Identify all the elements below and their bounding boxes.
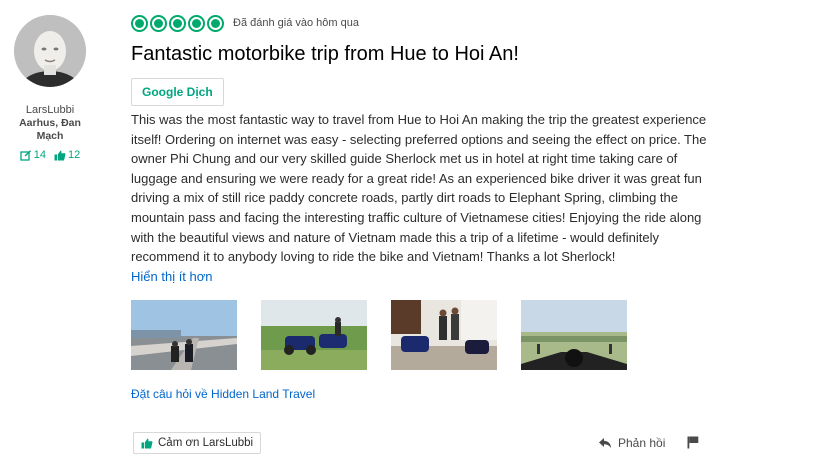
helpful-votes-count: 12: [68, 149, 81, 161]
rating-bubble: [207, 14, 224, 32]
rating-row: Đã đánh giá vào hôm qua: [131, 12, 721, 34]
review-photo-bridge-riders[interactable]: [131, 299, 237, 370]
reviewer-location: Aarhus, Đan Mạch: [19, 117, 81, 142]
helpful-votes-stat: 12: [54, 149, 80, 161]
reviewer-sidebar: LarsLubbi Aarhus, Đan Mạch 14 12: [0, 12, 100, 161]
review-text: This was the most fantastic way to trave…: [131, 112, 707, 265]
rating-date: Đã đánh giá vào hôm qua: [233, 17, 359, 29]
review-photos: [131, 299, 721, 370]
reply-arrow-icon: [599, 438, 611, 448]
reply-button[interactable]: Phản hồi: [598, 436, 665, 450]
ask-question-link[interactable]: Đặt câu hỏi về Hidden Land Travel: [131, 387, 721, 401]
thumbs-up-icon: [141, 438, 153, 448]
review-photo-rice-field-bikes[interactable]: [261, 299, 367, 370]
bubble-rating: [131, 14, 224, 32]
report-flag-button[interactable]: [687, 436, 699, 454]
thumbs-up-icon: [54, 150, 66, 160]
flag-icon: [687, 436, 699, 449]
avatar-image: [14, 15, 86, 87]
rating-bubble: [188, 14, 205, 32]
thank-reviewer-button[interactable]: Cảm ơn LarsLubbi: [133, 432, 262, 454]
contributions-stat: 14: [20, 149, 46, 161]
rating-bubble: [169, 14, 186, 32]
review-title[interactable]: Fantastic motorbike trip from Hue to Hoi…: [131, 42, 721, 66]
show-less-link[interactable]: Hiển thị ít hơn: [131, 268, 721, 285]
reply-label: Phản hồi: [618, 436, 666, 450]
google-translate-button[interactable]: Google Dịch: [131, 78, 224, 106]
thank-reviewer-label: Cảm ơn LarsLubbi: [158, 437, 254, 449]
review-photo-handlebar-view[interactable]: [521, 299, 627, 370]
reviewer-stats: 14 12: [0, 149, 100, 161]
rating-bubble: [131, 14, 148, 32]
review-photo-hotel-bikes[interactable]: [391, 299, 497, 370]
review-count-icon: [20, 149, 31, 161]
review-content: Đã đánh giá vào hôm qua Fantastic motorb…: [131, 12, 721, 401]
avatar[interactable]: [14, 15, 86, 87]
rating-bubble: [150, 14, 167, 32]
reviewer-username[interactable]: LarsLubbi: [0, 103, 100, 117]
contributions-count: 14: [33, 149, 46, 161]
